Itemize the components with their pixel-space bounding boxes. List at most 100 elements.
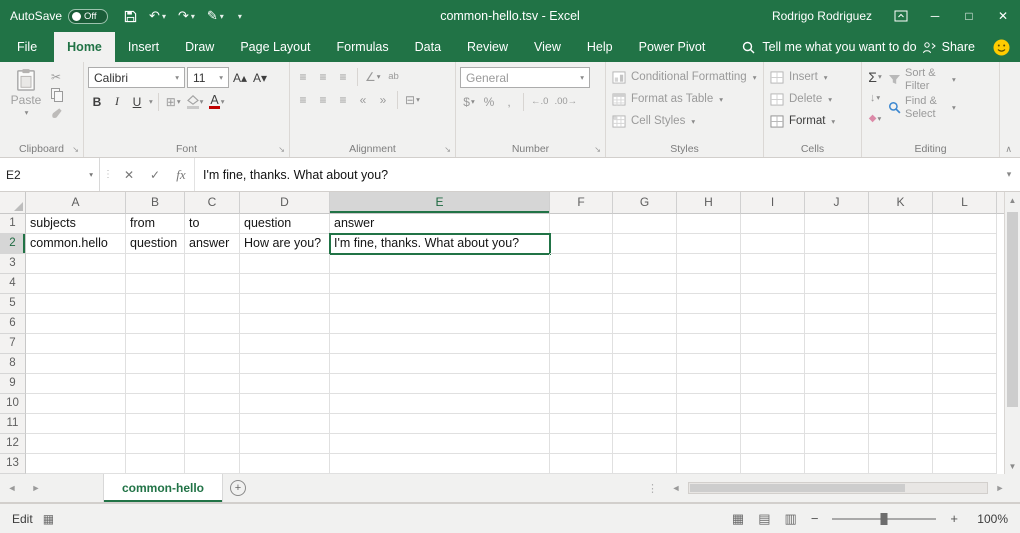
cell-D7[interactable] [240,334,330,354]
cell-B12[interactable] [126,434,185,454]
cell-D4[interactable] [240,274,330,294]
cell-G2[interactable] [613,234,677,254]
maximize-button[interactable]: □ [952,0,986,32]
cell-G10[interactable] [613,394,677,414]
cell-D13[interactable] [240,454,330,474]
cell-H7[interactable] [677,334,741,354]
cell-J3[interactable] [805,254,869,274]
cell-E7[interactable] [330,334,550,354]
cell-G9[interactable] [613,374,677,394]
cell-I5[interactable] [741,294,805,314]
sheet-next-button[interactable]: ► [24,474,48,502]
cell-E6[interactable] [330,314,550,334]
cell-A12[interactable] [26,434,126,454]
number-format-select[interactable]: General▾ [460,67,590,88]
cell-F6[interactable] [550,314,613,334]
cell-H9[interactable] [677,374,741,394]
middle-align-button[interactable]: ≡ [314,67,332,86]
cell-B8[interactable] [126,354,185,374]
cell-E12[interactable] [330,434,550,454]
decrease-font-size-button[interactable]: A▾ [251,68,269,87]
cell-L13[interactable] [933,454,997,474]
top-align-button[interactable]: ≡ [294,67,312,86]
cell-C11[interactable] [185,414,240,434]
row-header-6[interactable]: 6 [0,314,26,334]
cell-L1[interactable] [933,214,997,234]
pen-mode-button[interactable]: ✎▾ [201,0,230,32]
cell-H2[interactable] [677,234,741,254]
cell-A11[interactable] [26,414,126,434]
cell-K10[interactable] [869,394,933,414]
font-color-button[interactable]: A▾ [207,92,226,111]
cell-I13[interactable] [741,454,805,474]
cell-C1[interactable]: to [185,214,240,234]
cell-I9[interactable] [741,374,805,394]
clipboard-dialog-launcher[interactable]: ↘ [72,145,79,154]
cell-B6[interactable] [126,314,185,334]
cell-D10[interactable] [240,394,330,414]
cell-I2[interactable] [741,234,805,254]
font-dialog-launcher[interactable]: ↘ [278,145,285,154]
cell-G7[interactable] [613,334,677,354]
cell-B10[interactable] [126,394,185,414]
cell-B5[interactable] [126,294,185,314]
cell-F12[interactable] [550,434,613,454]
cell-L7[interactable] [933,334,997,354]
merge-center-button[interactable]: ⊟▾ [403,90,422,109]
cell-L8[interactable] [933,354,997,374]
column-header-H[interactable]: H [677,192,741,214]
fill-color-button[interactable]: ▾ [185,92,206,111]
sheet-prev-button[interactable]: ◄ [0,474,24,502]
tab-home[interactable]: Home [54,32,115,62]
number-dialog-launcher[interactable]: ↘ [594,145,601,154]
cell-C10[interactable] [185,394,240,414]
percent-style-button[interactable]: % [480,92,498,111]
cell-J2[interactable] [805,234,869,254]
cell-E1[interactable]: answer [330,214,550,234]
cell-F9[interactable] [550,374,613,394]
undo-button[interactable]: ↶▾ [143,0,172,32]
align-left-button[interactable]: ≡ [294,90,312,109]
cell-I12[interactable] [741,434,805,454]
cell-F11[interactable] [550,414,613,434]
cell-C12[interactable] [185,434,240,454]
page-break-view-button[interactable]: ▥ [785,511,797,527]
enter-button[interactable]: ✓ [142,158,168,191]
scroll-up-button[interactable]: ▲ [1009,192,1017,208]
cell-A10[interactable] [26,394,126,414]
cell-A6[interactable] [26,314,126,334]
delete-cells-button[interactable]: Delete ▾ [768,89,837,109]
tell-me-box[interactable]: Tell me what you want to do [742,32,916,62]
cell-J6[interactable] [805,314,869,334]
cell-B4[interactable] [126,274,185,294]
cell-H10[interactable] [677,394,741,414]
cell-I7[interactable] [741,334,805,354]
cell-H11[interactable] [677,414,741,434]
cell-J7[interactable] [805,334,869,354]
sheet-tab-common-hello[interactable]: common-hello [103,474,223,502]
horizontal-scroll-thumb[interactable] [690,484,905,492]
minimize-button[interactable]: ─ [918,0,952,32]
tab-power-pivot[interactable]: Power Pivot [626,32,719,62]
cell-E2[interactable]: I'm fine, thanks. What about you? [330,234,550,254]
save-button[interactable] [118,0,143,32]
underline-options-caret-icon[interactable]: ▾ [149,97,153,106]
column-header-A[interactable]: A [26,192,126,214]
cell-K11[interactable] [869,414,933,434]
cell-I10[interactable] [741,394,805,414]
column-header-J[interactable]: J [805,192,869,214]
cell-K1[interactable] [869,214,933,234]
cell-G5[interactable] [613,294,677,314]
new-sheet-button[interactable]: + [223,474,253,502]
redo-button[interactable]: ↷▾ [172,0,201,32]
cell-G4[interactable] [613,274,677,294]
cell-A3[interactable] [26,254,126,274]
cell-E9[interactable] [330,374,550,394]
cell-L9[interactable] [933,374,997,394]
cell-A2[interactable]: common.hello [26,234,126,254]
cell-A4[interactable] [26,274,126,294]
cell-E3[interactable] [330,254,550,274]
row-header-10[interactable]: 10 [0,394,26,414]
cell-I6[interactable] [741,314,805,334]
cell-K6[interactable] [869,314,933,334]
